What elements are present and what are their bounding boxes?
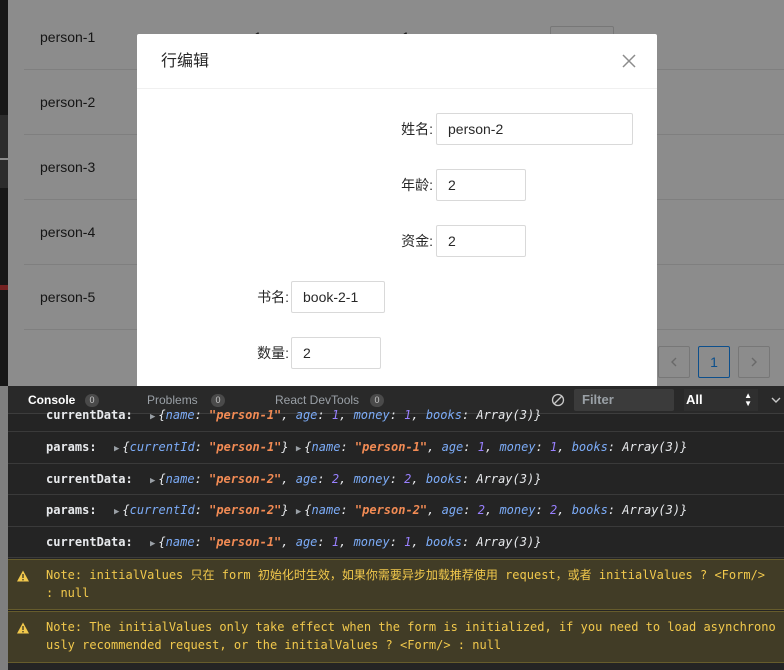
- name-label: 姓名:: [401, 121, 433, 137]
- console-log-line[interactable]: currentData: ▶ {name: "person-2", age: 2,…: [8, 464, 784, 495]
- log-object[interactable]: ▶ {name: "person-2", age: 2, money: 2, bo…: [150, 472, 541, 486]
- close-icon: [622, 54, 636, 68]
- form-item-book-name: 书名: book-2-1: [137, 281, 657, 313]
- warning-text: Note: The initialValues only take effect…: [46, 620, 776, 652]
- close-button[interactable]: [617, 49, 641, 73]
- devtools-panel: Console 0 Problems 0 React DevTools 0 Fi…: [8, 386, 784, 670]
- console-log-line[interactable]: currentData: ▶ {name: "person-1", age: 1,…: [8, 527, 784, 558]
- expand-triangle-icon: ▶: [150, 412, 156, 422]
- modal-header: 行编辑: [137, 34, 657, 89]
- console-log-line[interactable]: params: ▶ {currentId: "person-1"} ▶ {name:…: [8, 432, 784, 464]
- console-log-line[interactable]: currentData: ▶ {name: "person-1", age: 1,…: [8, 404, 784, 432]
- form-item-money: 资金: 2: [137, 225, 657, 257]
- warning-icon: [17, 570, 29, 582]
- money-label: 资金:: [401, 233, 433, 249]
- expand-triangle-icon: ▶: [295, 507, 302, 517]
- money-input[interactable]: 2: [436, 225, 526, 257]
- book-name-label: 书名:: [257, 289, 289, 305]
- form-item-name: 姓名: person-2: [137, 113, 657, 145]
- log-params-object[interactable]: ▶ {currentId: "person-2"} ▶ {name: "person…: [114, 503, 687, 517]
- age-input[interactable]: 2: [436, 169, 526, 201]
- log-label: params:: [46, 503, 97, 517]
- log-object[interactable]: ▶ {name: "person-1", age: 1, money: 1, bo…: [150, 408, 541, 422]
- app-page: person-1 1 1 编辑 person-2 person-3 person…: [0, 0, 784, 386]
- form-item-book-count: 数量: 2: [137, 337, 657, 369]
- expand-triangle-icon: ▶: [150, 476, 156, 486]
- log-object[interactable]: ▶ {name: "person-1", age: 1, money: 1, bo…: [150, 535, 541, 549]
- console-warning[interactable]: Note: initialValues 只在 form 初始化时生效，如果你需要…: [8, 559, 784, 610]
- book-count-input[interactable]: 2: [291, 337, 381, 369]
- expand-triangle-icon: ▶: [150, 539, 156, 549]
- row-edit-modal: 行编辑 姓名: person-2 年龄: 2 资金: 2 书名: book-2-…: [137, 34, 657, 386]
- name-input[interactable]: person-2: [436, 113, 633, 145]
- book-count-label: 数量:: [257, 345, 289, 361]
- expand-triangle-icon: ▶: [114, 507, 120, 517]
- book-name-input[interactable]: book-2-1: [291, 281, 385, 313]
- log-label: currentData:: [46, 472, 133, 486]
- log-label: currentData:: [46, 408, 133, 422]
- expand-triangle-icon: ▶: [295, 444, 302, 454]
- log-label: currentData:: [46, 535, 133, 549]
- console-warning[interactable]: Note: The initialValues only take effect…: [8, 611, 784, 663]
- modal-title: 行编辑: [161, 53, 210, 70]
- warning-text: Note: initialValues 只在 form 初始化时生效，如果你需要…: [46, 568, 766, 600]
- expand-triangle-icon: ▶: [114, 444, 120, 454]
- age-label: 年龄:: [401, 177, 433, 193]
- console-log-line[interactable]: params: ▶ {currentId: "person-2"} ▶ {name:…: [8, 495, 784, 527]
- log-params-object[interactable]: ▶ {currentId: "person-1"} ▶ {name: "person…: [114, 440, 687, 454]
- log-label: params:: [46, 440, 97, 454]
- form-item-age: 年龄: 2: [137, 169, 657, 201]
- warning-icon: [17, 622, 29, 634]
